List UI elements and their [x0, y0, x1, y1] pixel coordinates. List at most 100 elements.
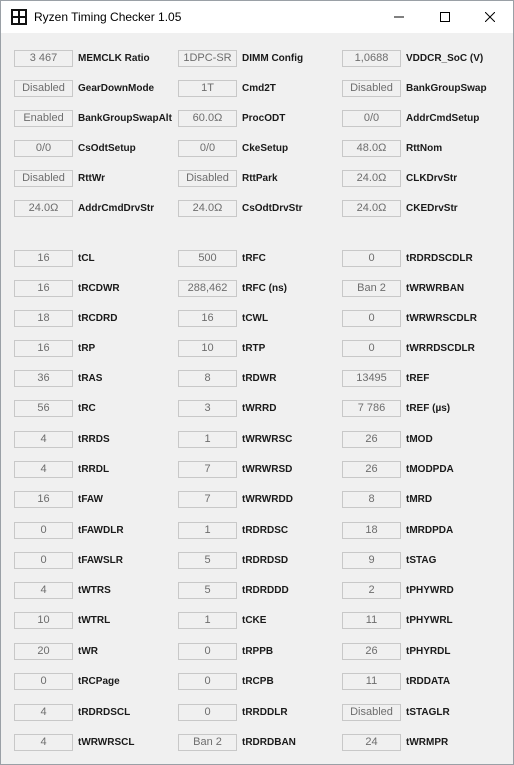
- timing-value-field[interactable]: 26: [342, 460, 401, 478]
- timing-value-field[interactable]: 26: [342, 430, 401, 448]
- window-title: Ryzen Timing Checker 1.05: [34, 10, 182, 24]
- timing-label: tMRD: [406, 493, 433, 505]
- timing-value-field[interactable]: 7 786: [342, 399, 401, 417]
- timing-value-field[interactable]: 288,462: [178, 279, 237, 297]
- config-value-field[interactable]: Disabled: [342, 79, 401, 97]
- timing-value-field[interactable]: 4: [14, 703, 73, 721]
- timing-label: tMRDPDA: [406, 524, 454, 536]
- config-value-field[interactable]: 24.0Ω: [178, 199, 237, 217]
- timing-value-field[interactable]: 0: [178, 703, 237, 721]
- timing-value-field[interactable]: 16: [14, 279, 73, 297]
- timing-value-field[interactable]: 4: [14, 733, 73, 751]
- timing-value-field[interactable]: 500: [178, 249, 237, 267]
- config-value-field[interactable]: 1T: [178, 79, 237, 97]
- timing-value-field[interactable]: 16: [14, 490, 73, 508]
- config-label: RttWr: [78, 172, 106, 184]
- timing-label: tPHYWRL: [406, 614, 453, 626]
- timing-cell: 0 tRCPB: [178, 672, 274, 690]
- timing-value-field[interactable]: 26: [342, 642, 401, 660]
- timing-value-field[interactable]: 0: [14, 551, 73, 569]
- config-value-field[interactable]: 0/0: [342, 109, 401, 127]
- config-value-field[interactable]: 0/0: [14, 139, 73, 157]
- timing-value-field[interactable]: 36: [14, 369, 73, 387]
- timing-value-field[interactable]: 0: [342, 309, 401, 327]
- timing-value-field[interactable]: 2: [342, 581, 401, 599]
- timing-value-field[interactable]: 4: [14, 581, 73, 599]
- timing-value-field[interactable]: 7: [178, 490, 237, 508]
- config-label: RttNom: [406, 142, 443, 154]
- timing-value-field[interactable]: 0: [342, 339, 401, 357]
- config-value-field[interactable]: Enabled: [14, 109, 73, 127]
- config-value-field[interactable]: Disabled: [14, 169, 73, 187]
- timing-label: tRRDDLR: [242, 706, 288, 718]
- timing-value-field[interactable]: 0: [178, 642, 237, 660]
- timing-value-field[interactable]: 20: [14, 642, 73, 660]
- timing-value-field[interactable]: 0: [14, 672, 73, 690]
- timing-value-field[interactable]: 8: [178, 369, 237, 387]
- timing-cell: 11 tPHYWRL: [342, 611, 453, 629]
- config-cell: Disabled GearDownMode: [14, 79, 154, 97]
- config-cell: 3 467 MEMCLK Ratio: [14, 49, 150, 67]
- timing-label: tRRDL: [78, 463, 110, 475]
- timings-panel: 3 467 MEMCLK Ratio 1DPC-SR DIMM Config 1,068…: [1, 33, 513, 764]
- config-cell: 24.0Ω CKEDrvStr: [342, 199, 458, 217]
- close-button[interactable]: [467, 1, 513, 33]
- timing-value-field[interactable]: 4: [14, 460, 73, 478]
- timing-value-field[interactable]: 1: [178, 611, 237, 629]
- timing-value-field[interactable]: 11: [342, 611, 401, 629]
- timing-value-field[interactable]: 16: [14, 339, 73, 357]
- timing-label: tRFC: [242, 252, 266, 264]
- timing-value-field[interactable]: 18: [342, 521, 401, 539]
- maximize-button[interactable]: [422, 1, 468, 33]
- title-bar[interactable]: Ryzen Timing Checker 1.05: [1, 1, 513, 33]
- config-value-field[interactable]: 24.0Ω: [14, 199, 73, 217]
- timing-cell: 56 tRC: [14, 399, 96, 417]
- timing-value-field[interactable]: 1: [178, 521, 237, 539]
- config-value-field[interactable]: 48.0Ω: [342, 139, 401, 157]
- timing-value-field[interactable]: 18: [14, 309, 73, 327]
- timing-value-field[interactable]: 5: [178, 581, 237, 599]
- config-value-field[interactable]: 60.0Ω: [178, 109, 237, 127]
- config-value-field[interactable]: 1,0688: [342, 49, 401, 67]
- config-value-field[interactable]: 24.0Ω: [342, 169, 401, 187]
- timing-value-field[interactable]: 3: [178, 399, 237, 417]
- timing-value-field[interactable]: 10: [178, 339, 237, 357]
- config-value-field[interactable]: 1DPC-SR: [178, 49, 237, 67]
- timing-value-field[interactable]: 10: [14, 611, 73, 629]
- timing-label: tRDRDBAN: [242, 736, 296, 748]
- timing-cell: 26 tPHYRDL: [342, 642, 450, 660]
- timing-value-field[interactable]: Ban 2: [178, 733, 237, 751]
- timing-value-field[interactable]: 1: [178, 430, 237, 448]
- minimize-button[interactable]: [376, 1, 422, 33]
- timing-cell: 0 tWRRDSCDLR: [342, 339, 475, 357]
- timing-value-field[interactable]: 5: [178, 551, 237, 569]
- config-label: BankGroupSwap: [406, 82, 487, 94]
- timing-value-field[interactable]: 24: [342, 733, 401, 751]
- timing-value-field[interactable]: 13495: [342, 369, 401, 387]
- timing-value-field[interactable]: 16: [178, 309, 237, 327]
- timing-value-field[interactable]: 56: [14, 399, 73, 417]
- timing-value-field[interactable]: 11: [342, 672, 401, 690]
- timing-value-field[interactable]: Disabled: [342, 703, 401, 721]
- timing-value-field[interactable]: 8: [342, 490, 401, 508]
- timing-value-field[interactable]: 4: [14, 430, 73, 448]
- timing-value-field[interactable]: 7: [178, 460, 237, 478]
- timing-label: tWTRL: [78, 614, 111, 626]
- timing-value-field[interactable]: 0: [178, 672, 237, 690]
- timing-value-field[interactable]: Ban 2: [342, 279, 401, 297]
- timing-label: tRP: [78, 342, 96, 354]
- timing-cell: 5 tRDRDSD: [178, 551, 288, 569]
- timing-label: tCWL: [242, 312, 269, 324]
- config-value-field[interactable]: 24.0Ω: [342, 199, 401, 217]
- timing-label: tRC: [78, 402, 96, 414]
- config-value-field[interactable]: 3 467: [14, 49, 73, 67]
- config-value-field[interactable]: Disabled: [14, 79, 73, 97]
- config-label: MEMCLK Ratio: [78, 52, 150, 64]
- timing-value-field[interactable]: 0: [14, 521, 73, 539]
- timing-value-field[interactable]: 9: [342, 551, 401, 569]
- config-value-field[interactable]: 0/0: [178, 139, 237, 157]
- timing-value-field[interactable]: 16: [14, 249, 73, 267]
- config-value-field[interactable]: Disabled: [178, 169, 237, 187]
- config-label: VDDCR_SoC (V): [406, 52, 484, 64]
- timing-value-field[interactable]: 0: [342, 249, 401, 267]
